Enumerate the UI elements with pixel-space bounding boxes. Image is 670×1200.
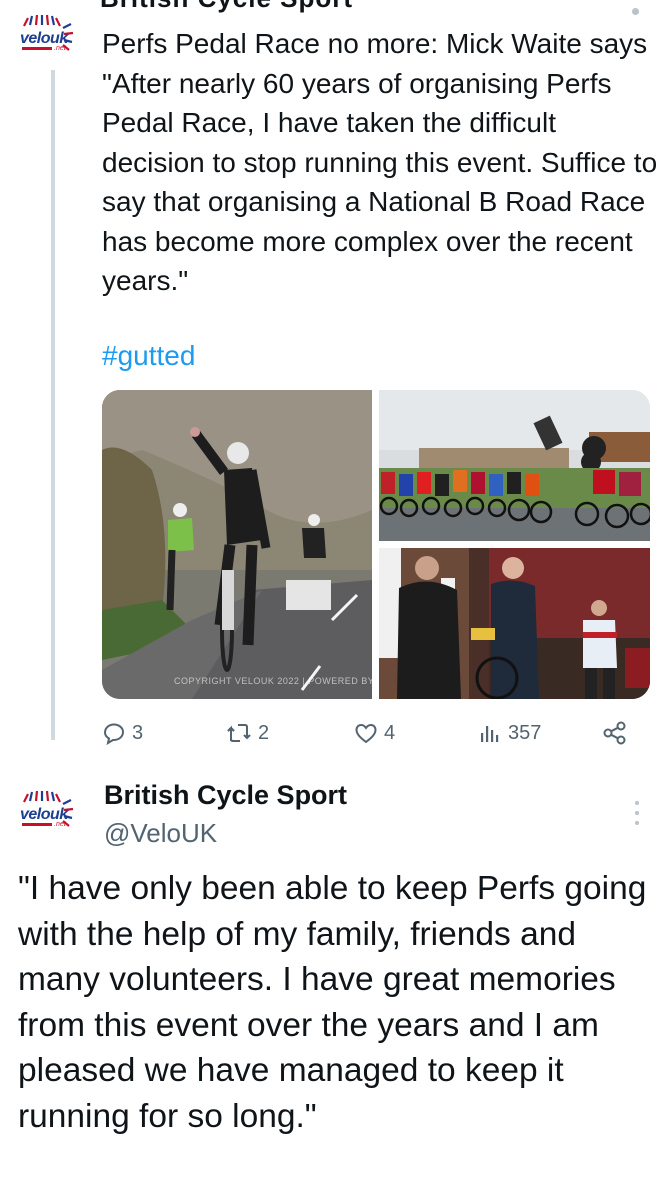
photo-peloton-image: [379, 390, 650, 541]
share-button[interactable]: [602, 718, 628, 748]
like-count: 4: [384, 721, 396, 744]
photo-rider-celebrating-image: COPYRIGHT VELOUK 2022 | POWERED BY: [102, 390, 372, 699]
photo-peloton[interactable]: [379, 390, 650, 541]
tweet-actions-bar: 3 2 4 357: [102, 718, 632, 752]
avatar[interactable]: velouk .net: [16, 14, 88, 60]
heart-icon: [355, 723, 377, 744]
view-count: 357: [508, 721, 542, 744]
media-grid[interactable]: COPYRIGHT VELOUK 2022 | POWERED BY: [102, 390, 650, 699]
thread-connector-line: [51, 70, 55, 740]
tweet-text: "I have only been able to keep Perfs goi…: [18, 870, 647, 1135]
reply-count: 3: [132, 721, 144, 744]
bar-chart-icon: [481, 726, 499, 742]
retweet-arrows-icon: [227, 724, 251, 742]
hashtag-link[interactable]: #gutted: [102, 340, 195, 372]
photo-copyright-watermark: COPYRIGHT VELOUK 2022 | POWERED BY: [174, 676, 372, 686]
retweet-button[interactable]: 2: [226, 718, 269, 748]
reply-button[interactable]: 3: [102, 718, 143, 748]
share-nodes-icon: [603, 721, 626, 745]
retweet-count: 2: [258, 721, 270, 744]
tweet-text: Perfs Pedal Race no more: Mick Waite say…: [102, 28, 658, 296]
previous-author-name-clipped: British Cycle Sport: [100, 0, 520, 14]
author-name[interactable]: British Cycle Sport: [104, 780, 347, 811]
views-button[interactable]: 357: [478, 718, 541, 748]
photo-presentation[interactable]: [379, 548, 650, 699]
speech-bubble-icon: [103, 723, 125, 745]
vertical-dots-icon[interactable]: [630, 800, 644, 826]
author-handle[interactable]: @VeloUK: [104, 818, 217, 849]
avatar[interactable]: velouk .net: [16, 790, 88, 836]
photo-rider-celebrating[interactable]: COPYRIGHT VELOUK 2022 | POWERED BY: [102, 390, 372, 699]
photo-presentation-image: [379, 548, 650, 699]
previous-more-dot: [632, 8, 639, 15]
like-button[interactable]: 4: [354, 718, 395, 748]
